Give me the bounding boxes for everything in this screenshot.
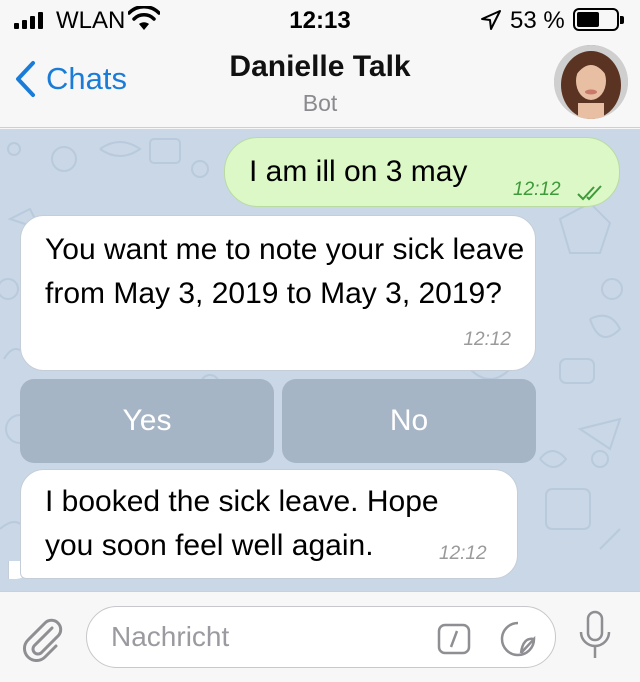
message-time: 12:12 [513,179,561,200]
status-bar: WLAN 12:13 53 % [0,0,640,40]
chat-title[interactable]: Danielle Talk [0,50,640,84]
avatar[interactable] [554,45,628,119]
location-arrow-icon [480,9,502,38]
message-input[interactable] [111,619,431,655]
message-text: I booked the sick leave. Hope you soon f… [45,485,439,562]
navigation-bar: Chats Danielle Talk Bot [0,40,640,128]
chat-subtitle: Bot [302,90,338,116]
message-text: You want me to note your sick leave from… [45,233,525,310]
keyboard-button-no[interactable]: No [282,379,536,463]
paperclip-icon[interactable] [18,614,66,667]
outgoing-message[interactable]: I am ill on 3 may 12:12 [224,137,620,207]
message-input-bar [0,591,640,682]
message-time: 12:12 [463,329,511,350]
incoming-message[interactable]: You want me to note your sick leave from… [20,215,536,371]
message-time: 12:12 [439,543,487,564]
message-text: I am ill on 3 may [249,155,468,188]
sticker-icon[interactable] [499,621,537,662]
double-check-icon [577,171,605,215]
microphone-icon[interactable] [578,610,612,667]
message-field[interactable] [86,606,556,668]
chat-history[interactable]: I am ill on 3 may 12:12 You want me to n… [0,129,640,591]
keyboard-button-yes[interactable]: Yes [20,379,274,463]
incoming-message[interactable]: I booked the sick leave. Hope you soon f… [20,469,518,579]
battery-percentage: 53 % [510,7,565,34]
battery-icon [573,8,624,31]
command-icon[interactable] [437,623,471,660]
